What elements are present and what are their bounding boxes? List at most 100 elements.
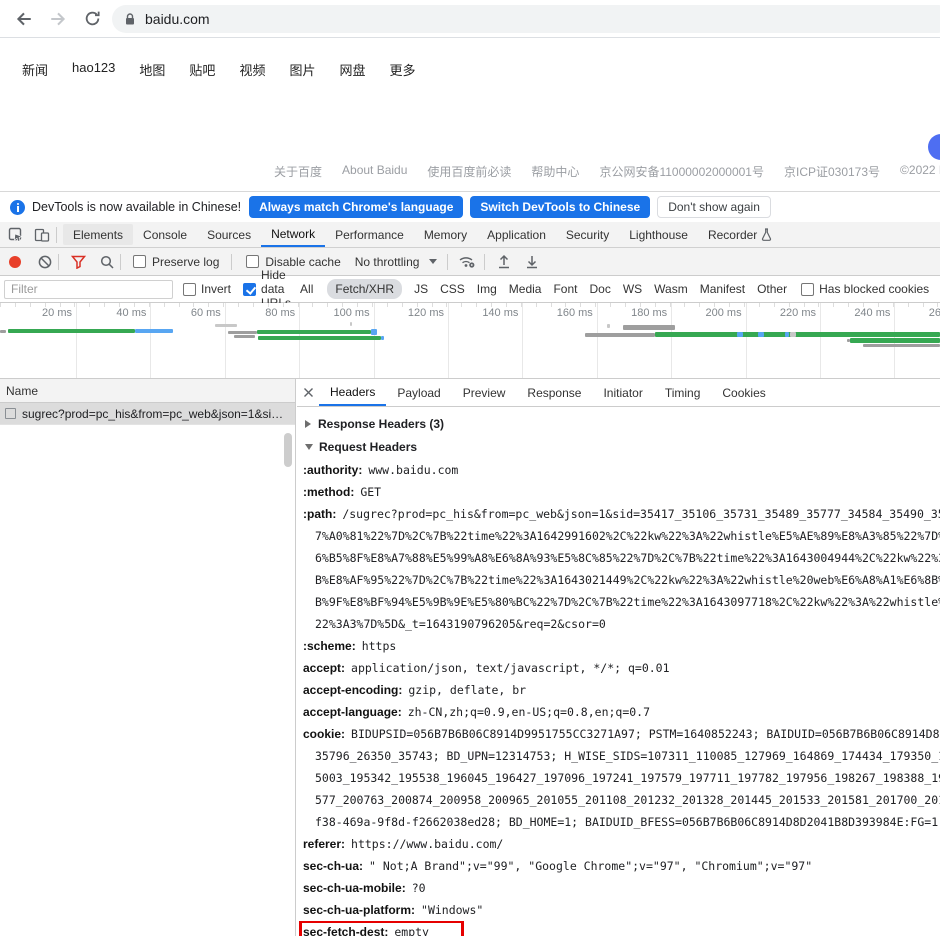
device-toolbar-icon[interactable] xyxy=(34,227,50,243)
devtools-tab-console[interactable]: Console xyxy=(133,222,197,247)
baidu-footer-link-1[interactable]: About Baidu xyxy=(342,163,407,180)
close-detail-icon[interactable] xyxy=(297,379,319,406)
filter-type-doc[interactable]: Doc xyxy=(589,282,610,296)
devtools-language-notification: DevTools is now available in Chinese! Al… xyxy=(0,191,940,222)
devtools-tab-network[interactable]: Network xyxy=(261,222,326,247)
throttling-select[interactable]: No throttling xyxy=(355,255,420,269)
detail-tab-headers[interactable]: Headers xyxy=(319,379,387,406)
filter-type-wasm[interactable]: Wasm xyxy=(654,282,688,296)
devtools-tab-sources[interactable]: Sources xyxy=(197,222,261,247)
filter-type-other[interactable]: Other xyxy=(757,282,787,296)
filter-type-font[interactable]: Font xyxy=(553,282,577,296)
devtools-tab-security[interactable]: Security xyxy=(556,222,619,247)
notification-button-0[interactable]: Always match Chrome's language xyxy=(249,196,464,218)
detail-tab-response[interactable]: Response xyxy=(516,379,592,406)
devtools-tab-recorder[interactable]: Recorder xyxy=(698,222,782,247)
filter-type-all[interactable]: All xyxy=(300,282,313,296)
baidu-nav-link-4[interactable]: 视频 xyxy=(239,60,265,79)
back-button[interactable] xyxy=(10,5,38,33)
baidu-footer-link-5[interactable]: 京ICP证030173号 xyxy=(784,163,880,180)
has-blocked-cookies-label: Has blocked cookies xyxy=(819,282,930,296)
devtools-tab-application[interactable]: Application xyxy=(477,222,556,247)
devtools-tab-memory[interactable]: Memory xyxy=(414,222,477,247)
header-value: " Not;A Brand";v="99", "Google Chrome";v… xyxy=(369,859,813,873)
baidu-assistant-bubble[interactable] xyxy=(928,134,940,160)
waterfall-bar-green xyxy=(257,330,371,334)
import-har-icon[interactable] xyxy=(497,254,511,269)
detail-tab-initiator[interactable]: Initiator xyxy=(592,379,653,406)
devtools-tab-lighthouse[interactable]: Lighthouse xyxy=(619,222,698,247)
search-icon[interactable] xyxy=(100,255,114,269)
baidu-nav-link-3[interactable]: 贴吧 xyxy=(189,60,215,79)
clear-icon[interactable] xyxy=(38,255,52,269)
forward-button[interactable] xyxy=(44,5,72,33)
refresh-icon xyxy=(85,11,100,26)
export-har-icon[interactable] xyxy=(525,254,539,269)
name-column-header[interactable]: Name xyxy=(0,379,295,403)
baidu-nav-link-1[interactable]: hao123 xyxy=(72,60,115,79)
request-headers-list: :authority: www.baidu.com:method: GET:path… xyxy=(297,459,940,936)
header-value: "Windows" xyxy=(421,903,484,917)
baidu-footer-link-2[interactable]: 使用百度前必读 xyxy=(427,163,511,180)
header-line-cookie: cookie: BIDUPSID=056B7B6B06C8914D9951755C… xyxy=(297,723,940,745)
baidu-nav-link-0[interactable]: 新闻 xyxy=(22,60,48,79)
ruler-tick xyxy=(0,303,1,307)
inspect-element-icon[interactable] xyxy=(8,227,24,243)
refresh-button[interactable] xyxy=(78,5,106,33)
invert-checkbox[interactable] xyxy=(183,282,196,296)
waterfall-bar-blue xyxy=(371,329,377,335)
network-overview-timeline[interactable]: 20 ms 40 ms 60 ms 80 ms 100 ms 120 ms 140 ms 16… xyxy=(0,303,940,379)
request-headers-section[interactable]: Request Headers xyxy=(297,435,940,458)
header-value: application/json, text/javascript, */*; … xyxy=(351,661,670,675)
devtools-tab-performance[interactable]: Performance xyxy=(325,222,414,247)
filter-type-ws[interactable]: WS xyxy=(623,282,642,296)
baidu-footer-link-3[interactable]: 帮助中心 xyxy=(531,163,579,180)
baidu-nav-link-5[interactable]: 图片 xyxy=(289,60,315,79)
filter-type-js[interactable]: JS xyxy=(414,282,428,296)
preserve-log-checkbox[interactable] xyxy=(133,255,146,268)
waterfall-bar-gray xyxy=(0,330,6,333)
filter-input[interactable] xyxy=(4,279,173,299)
detail-tab-payload[interactable]: Payload xyxy=(386,379,451,406)
address-bar[interactable]: baidu.com xyxy=(112,5,940,33)
filter-type-manifest[interactable]: Manifest xyxy=(700,282,745,296)
header-line-sec-ch-ua-mobile: sec-ch-ua-mobile: ?0 xyxy=(297,877,940,899)
waterfall-bar-lightgray xyxy=(607,324,610,328)
timeline-gridline xyxy=(150,303,152,378)
header-line-method: :method: GET xyxy=(297,481,940,503)
header-line-authority: :authority: www.baidu.com xyxy=(297,459,940,481)
header-value: www.baidu.com xyxy=(368,463,459,477)
devtools-tab-elements[interactable]: Elements xyxy=(63,224,134,245)
request-row[interactable]: sugrec?prod=pc_his&from=pc_web&json=1&si… xyxy=(0,403,295,425)
baidu-footer-link-6[interactable]: ©2022 B xyxy=(900,163,940,180)
response-headers-section[interactable]: Response Headers (3) xyxy=(297,412,940,435)
record-button[interactable] xyxy=(8,255,22,269)
filter-type-img[interactable]: Img xyxy=(477,282,497,296)
devtools-tab-label: Console xyxy=(143,227,188,242)
detail-tab-timing[interactable]: Timing xyxy=(654,379,712,406)
filter-type-css[interactable]: CSS xyxy=(440,282,465,296)
header-value-continuation: 5003_195342_195538_196045_196427_197096_… xyxy=(315,771,940,785)
hide-data-urls-checkbox[interactable] xyxy=(243,282,257,296)
network-conditions-icon[interactable] xyxy=(458,254,476,269)
notification-button-2[interactable]: Don't show again xyxy=(657,196,771,218)
baidu-footer-link-4[interactable]: 京公网安备11000002000001号 xyxy=(599,163,764,180)
filter-type-media[interactable]: Media xyxy=(509,282,542,296)
devtools-tab-label: Memory xyxy=(423,227,468,242)
requests-scrollbar-thumb[interactable] xyxy=(284,433,292,467)
baidu-nav-link-2[interactable]: 地图 xyxy=(139,60,165,79)
baidu-footer-link-0[interactable]: 关于百度 xyxy=(274,163,322,180)
devtools-tab-label: Security xyxy=(565,227,610,242)
filter-type-fetch-xhr[interactable]: Fetch/XHR xyxy=(327,279,403,299)
baidu-nav-link-7[interactable]: 更多 xyxy=(389,60,415,79)
baidu-nav-link-6[interactable]: 网盘 xyxy=(339,60,365,79)
has-blocked-cookies-checkbox[interactable] xyxy=(801,282,815,296)
filter-icon[interactable] xyxy=(71,255,86,269)
detail-tab-cookies[interactable]: Cookies xyxy=(711,379,776,406)
header-value-continuation: B%E8%AF%95%22%7D%2C%7B%22time%22%3A16430… xyxy=(315,573,940,587)
notification-button-1[interactable]: Switch DevTools to Chinese xyxy=(470,196,651,218)
detail-tab-preview[interactable]: Preview xyxy=(452,379,517,406)
devtools-tab-label: Elements xyxy=(73,227,124,242)
disable-cache-checkbox[interactable] xyxy=(246,255,260,268)
header-line-accept: accept: application/json, text/javascript… xyxy=(297,657,940,679)
